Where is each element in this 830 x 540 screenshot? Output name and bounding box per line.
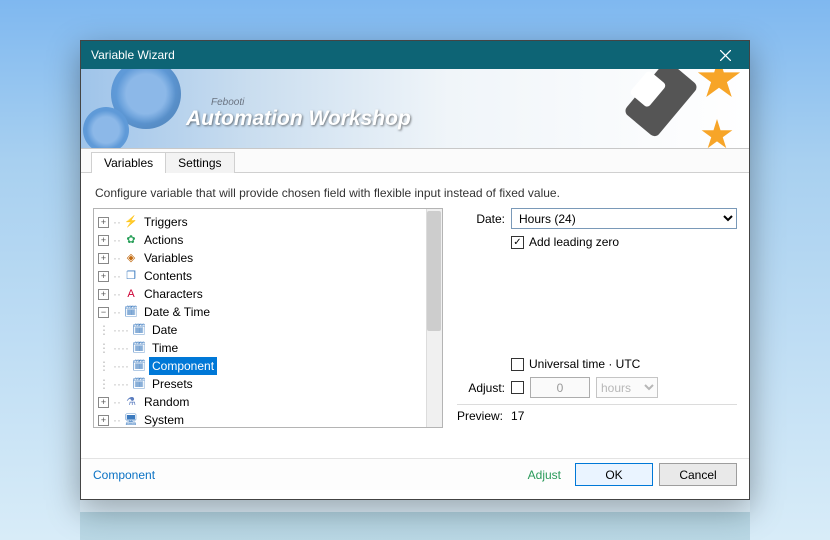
close-icon <box>720 50 731 61</box>
tree-panel: +··⚡Triggers +··✿Actions +··◈Variables +… <box>93 208 443 428</box>
tree-item-date[interactable]: ⋮····🗓Date <box>96 321 440 339</box>
checkbox-icon: ✓ <box>511 236 524 249</box>
expand-icon[interactable]: + <box>98 235 109 246</box>
footer: Component Adjust OK Cancel <box>81 458 749 490</box>
adjust-unit-dropdown[interactable]: hours <box>596 377 658 398</box>
utc-checkbox[interactable]: Universal time · UTC <box>511 357 737 371</box>
date-label: Date: <box>457 212 505 226</box>
instruction-text: Configure variable that will provide cho… <box>95 186 735 200</box>
banner-product: Automation Workshop <box>186 107 411 131</box>
adjust-checkbox[interactable] <box>511 381 524 394</box>
expand-icon[interactable]: + <box>98 289 109 300</box>
dialog-window: Variable Wizard Febooti Automation Works… <box>80 40 750 500</box>
window-title: Variable Wizard <box>91 48 175 62</box>
adjust-link[interactable]: Adjust <box>528 468 561 482</box>
tree-item-triggers[interactable]: +··⚡Triggers <box>96 213 440 231</box>
characters-icon: A <box>124 287 138 301</box>
window-reflection <box>80 500 750 540</box>
calendar-icon: 🗓 <box>132 341 146 355</box>
calendar-icon: 🗓 <box>124 305 138 319</box>
utc-label: Universal time · UTC <box>529 357 640 371</box>
star-icon <box>701 119 733 149</box>
scrollbar-thumb[interactable] <box>427 211 441 331</box>
gear-icon: ✿ <box>124 233 138 247</box>
tree-item-actions[interactable]: +··✿Actions <box>96 231 440 249</box>
tree-item-system[interactable]: +··🖥System <box>96 411 440 427</box>
tree-item-random[interactable]: +··⚗Random <box>96 393 440 411</box>
tab-variables[interactable]: Variables <box>91 152 166 173</box>
adjust-spinner[interactable] <box>530 377 590 398</box>
preview-label: Preview: <box>457 409 503 423</box>
banner: Febooti Automation Workshop <box>81 69 749 149</box>
gear-icon <box>83 107 129 149</box>
leading-zero-checkbox[interactable]: ✓ Add leading zero <box>511 235 737 249</box>
adjust-label: Adjust: <box>457 381 505 395</box>
leading-zero-label: Add leading zero <box>529 235 619 249</box>
tree-item-datetime[interactable]: −··🗓Date & Time <box>96 303 440 321</box>
tree-item-variables[interactable]: +··◈Variables <box>96 249 440 267</box>
date-dropdown[interactable]: Hours (24) <box>511 208 737 229</box>
cancel-button[interactable]: Cancel <box>659 463 737 486</box>
help-link[interactable]: Component <box>93 468 155 482</box>
pen-icon <box>614 71 704 145</box>
expand-icon[interactable]: + <box>98 271 109 282</box>
tree-item-characters[interactable]: +··ACharacters <box>96 285 440 303</box>
monitor-icon: 🖥 <box>124 413 138 427</box>
expand-icon[interactable]: + <box>98 397 109 408</box>
variable-tree[interactable]: +··⚡Triggers +··✿Actions +··◈Variables +… <box>94 209 442 427</box>
tree-item-time[interactable]: ⋮····🗓Time <box>96 339 440 357</box>
document-icon: ❐ <box>124 269 138 283</box>
calendar-icon: 🗓 <box>132 377 146 391</box>
calendar-icon: 🗓 <box>132 323 146 337</box>
ok-button[interactable]: OK <box>575 463 653 486</box>
expand-icon[interactable]: + <box>98 217 109 228</box>
checkbox-icon <box>511 358 524 371</box>
flask-icon: ⚗ <box>124 395 138 409</box>
lightning-icon: ⚡ <box>124 215 138 229</box>
tab-settings[interactable]: Settings <box>165 152 234 173</box>
container-icon: ◈ <box>124 251 138 265</box>
collapse-icon[interactable]: − <box>98 307 109 318</box>
calendar-icon: 🗓 <box>132 359 146 373</box>
preview-value: 17 <box>511 409 524 423</box>
tabstrip: Variables Settings <box>81 149 749 173</box>
close-button[interactable] <box>707 44 743 66</box>
properties-pane: Date: Hours (24) ✓ Add leading zero Univ… <box>457 208 737 428</box>
content-area: Configure variable that will provide cho… <box>81 173 749 428</box>
tree-item-component[interactable]: ⋮····🗓Component <box>96 357 440 375</box>
tree-item-contents[interactable]: +··❐Contents <box>96 267 440 285</box>
expand-icon[interactable]: + <box>98 253 109 264</box>
scrollbar[interactable] <box>426 209 442 427</box>
titlebar: Variable Wizard <box>81 41 749 69</box>
tree-item-presets[interactable]: ⋮····🗓Presets <box>96 375 440 393</box>
expand-icon[interactable]: + <box>98 415 109 426</box>
